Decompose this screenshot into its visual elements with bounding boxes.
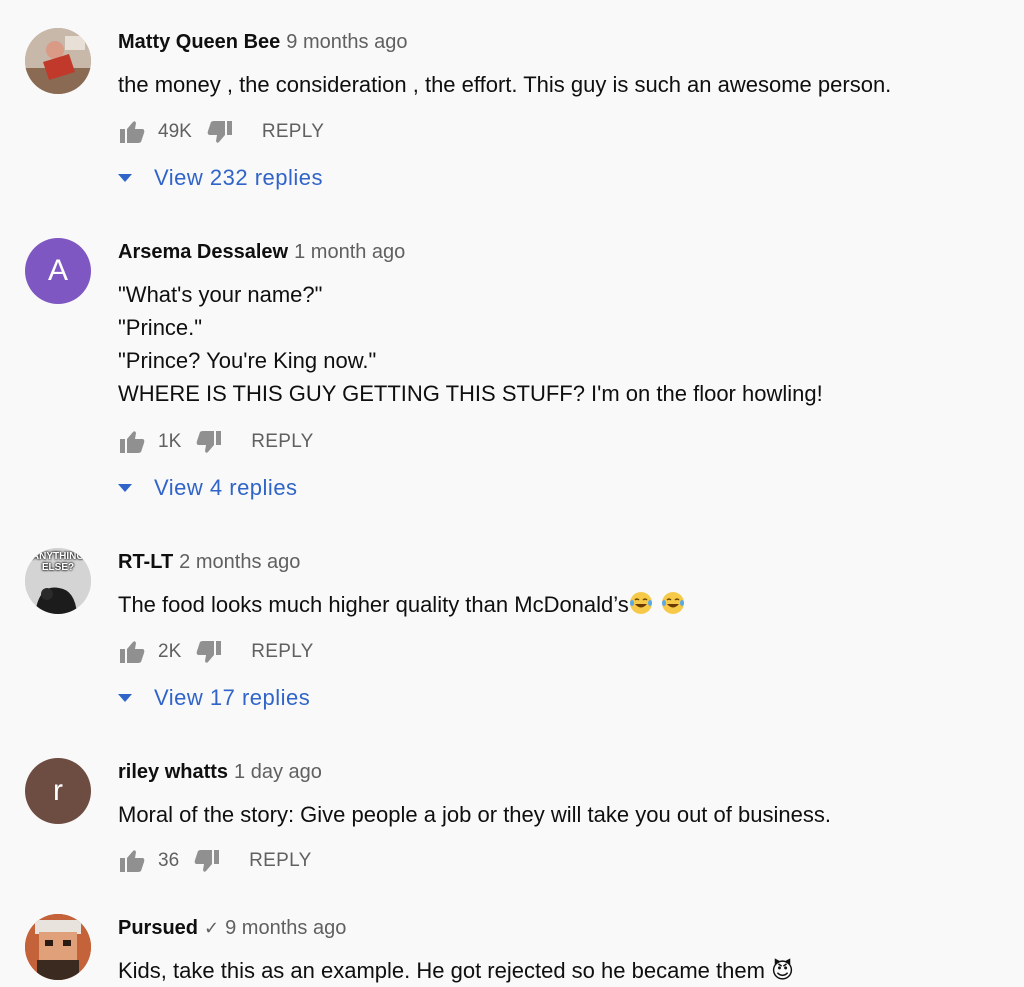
comment-header: RT-LT 2 months ago: [118, 550, 300, 574]
thumb-down-icon: [196, 431, 222, 453]
dislike-button[interactable]: [193, 847, 221, 875]
comment-header: riley whatts 1 day ago: [118, 760, 322, 784]
avatar-caption: ANYTHING ELSE?: [31, 551, 85, 573]
comment-header: Pursued ✓ 9 months ago: [118, 916, 346, 940]
timestamp[interactable]: 9 months ago: [225, 917, 346, 939]
author-name[interactable]: RT-LT: [118, 551, 173, 573]
avatar[interactable]: [25, 914, 91, 980]
reply-button[interactable]: REPLY: [262, 121, 324, 143]
avatar[interactable]: [25, 28, 91, 94]
dislike-button[interactable]: [195, 638, 223, 666]
laughing-tears-emoji: [661, 592, 684, 614]
comment-text: The food looks much higher quality than …: [118, 588, 685, 621]
avatar[interactable]: r: [25, 758, 91, 824]
avatar-letter: r: [53, 774, 63, 807]
timestamp[interactable]: 2 months ago: [179, 551, 300, 573]
author-name[interactable]: Arsema Dessalew: [118, 241, 288, 263]
author-name[interactable]: Matty Queen Bee: [118, 31, 280, 53]
comment-header: Matty Queen Bee 9 months ago: [118, 30, 407, 54]
avatar[interactable]: ANYTHING ELSE?: [25, 548, 91, 614]
author-name[interactable]: Pursued: [118, 917, 198, 939]
avatar-letter: A: [47, 254, 68, 287]
caret-down-icon: [118, 694, 132, 702]
avatar[interactable]: A: [25, 238, 91, 304]
timestamp[interactable]: 1 day ago: [234, 761, 322, 783]
comment-text: Kids, take this as an example. He got re…: [118, 958, 794, 983]
thumb-up-icon: [120, 641, 145, 663]
comment-actions: 2K REPLY: [118, 637, 314, 667]
reply-button[interactable]: REPLY: [251, 641, 313, 663]
like-count: 2K: [158, 641, 182, 662]
like-count: 49K: [158, 121, 192, 142]
view-replies-label: View 232 replies: [154, 165, 324, 190]
timestamp[interactable]: 1 month ago: [294, 241, 405, 263]
comment-text-body: The food looks much higher quality than …: [118, 592, 629, 617]
comment-actions: 1K REPLY: [118, 427, 314, 457]
like-button[interactable]: [118, 847, 146, 875]
comment-actions: 36 REPLY: [118, 846, 312, 876]
comment-text: "What's your name?" "Prince." "Prince? Y…: [118, 282, 823, 406]
like-count: 1K: [158, 431, 182, 452]
laughing-tears-emoji: [629, 592, 652, 614]
thumb-up-icon: [120, 121, 145, 143]
thumb-up-icon: [120, 431, 145, 453]
caret-down-icon: [118, 174, 132, 182]
view-replies-button[interactable]: View 17 replies: [118, 685, 310, 711]
thumb-down-icon: [207, 121, 232, 143]
comment-actions: 49K REPLY: [118, 117, 324, 147]
thumb-down-icon: [196, 641, 222, 663]
view-replies-button[interactable]: View 232 replies: [118, 165, 323, 191]
author-name[interactable]: riley whatts: [118, 761, 228, 783]
comment-text: Moral of the story: Give people a job or…: [118, 802, 831, 827]
thumb-down-icon: [194, 850, 220, 872]
like-button[interactable]: [118, 118, 146, 146]
caret-down-icon: [118, 484, 132, 492]
view-replies-label: View 17 replies: [154, 685, 311, 710]
like-button[interactable]: [118, 428, 146, 456]
verified-check-icon: ✓: [204, 918, 220, 938]
comment-text: the money , the consideration , the effo…: [118, 72, 892, 97]
like-button[interactable]: [118, 638, 146, 666]
thumb-up-icon: [120, 850, 145, 872]
timestamp[interactable]: 9 months ago: [286, 31, 407, 53]
comment-header: Arsema Dessalew 1 month ago: [118, 240, 405, 264]
dislike-button[interactable]: [206, 118, 234, 146]
dislike-button[interactable]: [195, 428, 223, 456]
view-replies-label: View 4 replies: [154, 475, 298, 500]
reply-button[interactable]: REPLY: [249, 850, 311, 872]
reply-button[interactable]: REPLY: [251, 431, 313, 453]
like-count: 36: [158, 850, 180, 871]
view-replies-button[interactable]: View 4 replies: [118, 475, 298, 501]
